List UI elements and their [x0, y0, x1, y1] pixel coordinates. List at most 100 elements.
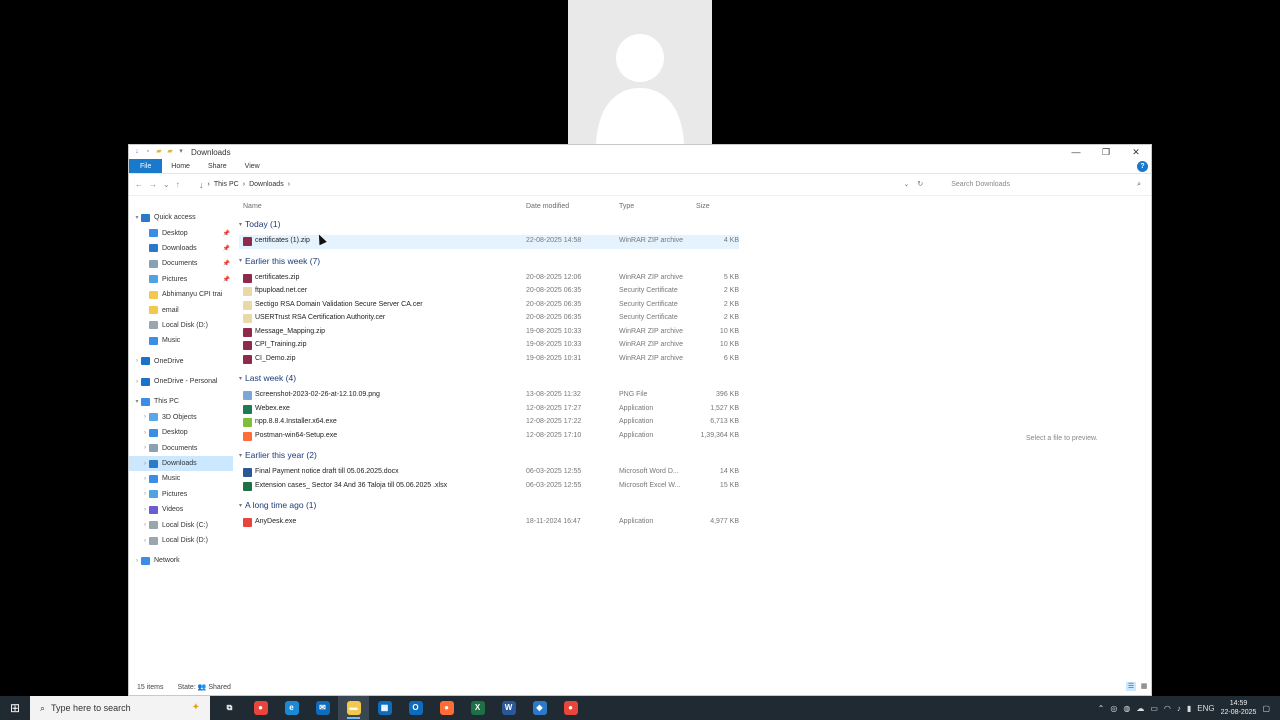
expand-chevron-icon[interactable]: ▾: [133, 214, 141, 221]
nav-item[interactable]: › Pictures: [129, 487, 233, 502]
collapse-chevron-icon[interactable]: ▾: [239, 221, 242, 228]
expand-chevron-icon[interactable]: ›: [141, 430, 149, 436]
nav-item[interactable]: › 3D Objects: [129, 410, 233, 425]
taskbar-webex-button[interactable]: W: [493, 696, 524, 720]
close-button[interactable]: ✕: [1121, 145, 1151, 159]
nav-item[interactable]: ▾ This PC: [129, 394, 233, 409]
taskbar-vs-app-button[interactable]: ◆: [524, 696, 555, 720]
address-bar[interactable]: ↓ › This PC › Downloads › ⌄ ↻: [199, 178, 923, 192]
nav-item[interactable]: email: [129, 302, 233, 317]
group-header[interactable]: ▾ Earlier this year (2): [239, 450, 317, 460]
file-row[interactable]: Final Payment notice draft till 05.06.20…: [239, 466, 739, 480]
nav-item[interactable]: ▾ Quick access: [129, 210, 233, 225]
customize-icon[interactable]: ▾: [177, 148, 185, 156]
expand-chevron-icon[interactable]: ›: [133, 558, 141, 564]
taskbar-outlook-button[interactable]: O: [400, 696, 431, 720]
expand-chevron-icon[interactable]: ▾: [133, 398, 141, 405]
group-header[interactable]: ▾ Last week (4): [239, 373, 296, 383]
expand-chevron-icon[interactable]: ›: [141, 476, 149, 482]
new-folder-icon[interactable]: ▰: [155, 148, 163, 156]
breadcrumb-downloads[interactable]: Downloads: [249, 181, 284, 188]
nav-item[interactable]: Music: [129, 333, 233, 348]
file-row[interactable]: USERTrust RSA Certification Authority.ce…: [239, 312, 739, 326]
expand-chevron-icon[interactable]: ›: [133, 379, 141, 385]
taskbar-postman-button[interactable]: ●: [431, 696, 462, 720]
address-dropdown-icon[interactable]: ⌄: [903, 178, 909, 192]
nav-item[interactable]: › Documents: [129, 440, 233, 455]
language-indicator[interactable]: ENG: [1197, 704, 1214, 713]
recent-locations-button[interactable]: ⌄: [163, 180, 170, 189]
nav-item[interactable]: › Music: [129, 471, 233, 486]
clock[interactable]: 14:59 22-08-2025: [1221, 699, 1257, 717]
search-input[interactable]: Search Downloads ⌕: [947, 178, 1145, 192]
nav-item[interactable]: Pictures 📌: [129, 272, 233, 287]
file-row[interactable]: Postman-win64-Setup.exe 12-08-2025 17:10 A…: [239, 430, 739, 444]
expand-chevron-icon[interactable]: ›: [133, 358, 141, 364]
restore-button[interactable]: ❐: [1091, 145, 1121, 159]
file-row[interactable]: npp.8.8.4.Installer.x64.exe 12-08-2025 17…: [239, 416, 739, 430]
nav-item[interactable]: › Local Disk (C:): [129, 517, 233, 532]
file-row[interactable]: CI_Demo.zip 19-08-2025 10:31 WinRAR ZIP ar…: [239, 353, 739, 367]
refresh-icon[interactable]: ↻: [917, 178, 923, 192]
taskbar-task-view-button[interactable]: ⧉: [214, 696, 245, 720]
microphone-icon[interactable]: ▮: [1187, 704, 1191, 713]
nav-item[interactable]: Local Disk (D:): [129, 318, 233, 333]
nav-item[interactable]: › Desktop: [129, 425, 233, 440]
collapse-chevron-icon[interactable]: ▾: [239, 452, 242, 459]
taskbar-file-explorer-button[interactable]: ▬: [338, 696, 369, 720]
windows-start-icon[interactable]: ⊞: [0, 696, 30, 720]
meet-now-icon[interactable]: ◎: [1110, 704, 1117, 713]
nav-item[interactable]: › OneDrive: [129, 354, 233, 369]
file-row[interactable]: Sectigo RSA Domain Validation Secure Ser…: [239, 299, 739, 313]
file-row[interactable]: Message_Mapping.zip 19-08-2025 10:33 WinRA…: [239, 326, 739, 340]
expand-chevron-icon[interactable]: ›: [141, 445, 149, 451]
details-view-icon[interactable]: ☰: [1126, 682, 1136, 691]
tab-file[interactable]: File: [129, 159, 163, 173]
taskbar-search-box[interactable]: ⌕ Type here to search ✦: [30, 696, 210, 720]
expand-chevron-icon[interactable]: ›: [141, 522, 149, 528]
file-row[interactable]: certificates (1).zip 22-08-2025 14:58 WinR…: [239, 235, 739, 249]
nav-item[interactable]: › Downloads: [129, 455, 233, 472]
file-row[interactable]: Webex.exe 12-08-2025 17:27 Application 1,52…: [239, 403, 739, 417]
file-row[interactable]: Screenshot-2023-02-26-at-12.10.09.png 13-…: [239, 389, 739, 403]
column-name[interactable]: Name: [243, 203, 262, 210]
up-button[interactable]: ↑: [176, 180, 180, 189]
group-header[interactable]: ▾ Today (1): [239, 219, 280, 229]
nav-item[interactable]: Documents 📌: [129, 256, 233, 271]
volume-icon[interactable]: ♪: [1177, 704, 1181, 713]
nav-item[interactable]: Abhimanyu CPI trai: [129, 287, 233, 302]
taskbar-excel-button[interactable]: X: [462, 696, 493, 720]
collapse-chevron-icon[interactable]: ▾: [239, 502, 242, 509]
network-icon[interactable]: ◠: [1164, 704, 1171, 713]
collapse-chevron-icon[interactable]: ▾: [239, 257, 242, 264]
file-row[interactable]: ftpupload.net.cer 20-08-2025 06:35 Securit…: [239, 285, 739, 299]
tab-share[interactable]: Share: [199, 159, 236, 173]
expand-chevron-icon[interactable]: ›: [141, 414, 149, 420]
nav-item[interactable]: Downloads 📌: [129, 241, 233, 256]
taskbar-calculator-button[interactable]: ▦: [369, 696, 400, 720]
help-icon[interactable]: ?: [1137, 161, 1148, 172]
back-button[interactable]: ←: [135, 180, 143, 189]
file-row[interactable]: Extension cases_ Sector 34 And 36 Taloja…: [239, 480, 739, 494]
notifications-icon[interactable]: ▢: [1262, 704, 1270, 713]
nav-item[interactable]: › Local Disk (D:): [129, 533, 233, 548]
group-header[interactable]: ▾ A long time ago (1): [239, 500, 316, 510]
collapse-chevron-icon[interactable]: ▾: [239, 375, 242, 382]
expand-chevron-icon[interactable]: ›: [141, 538, 149, 544]
nav-item[interactable]: Desktop 📌: [129, 225, 233, 240]
properties-icon[interactable]: ▫: [144, 148, 152, 156]
nav-item[interactable]: › Videos: [129, 502, 233, 517]
nav-item[interactable]: › OneDrive - Personal: [129, 374, 233, 389]
tab-home[interactable]: Home: [162, 159, 199, 173]
taskbar-chrome-2-button[interactable]: ●: [555, 696, 586, 720]
tab-view[interactable]: View: [236, 159, 269, 173]
column-date-modified[interactable]: Date modified: [526, 203, 569, 210]
file-row[interactable]: AnyDesk.exe 18-11-2024 16:47 Application 4,…: [239, 516, 739, 530]
group-header[interactable]: ▾ Earlier this week (7): [239, 256, 320, 266]
file-row[interactable]: CPI_Training.zip 19-08-2025 10:33 WinRAR Z…: [239, 339, 739, 353]
taskbar-mail-button[interactable]: ✉: [307, 696, 338, 720]
column-size[interactable]: Size: [696, 203, 710, 210]
security-icon[interactable]: ◍: [1123, 704, 1130, 713]
breadcrumb-this-pc[interactable]: This PC: [214, 181, 239, 188]
large-icons-view-icon[interactable]: ▦: [1139, 682, 1149, 691]
